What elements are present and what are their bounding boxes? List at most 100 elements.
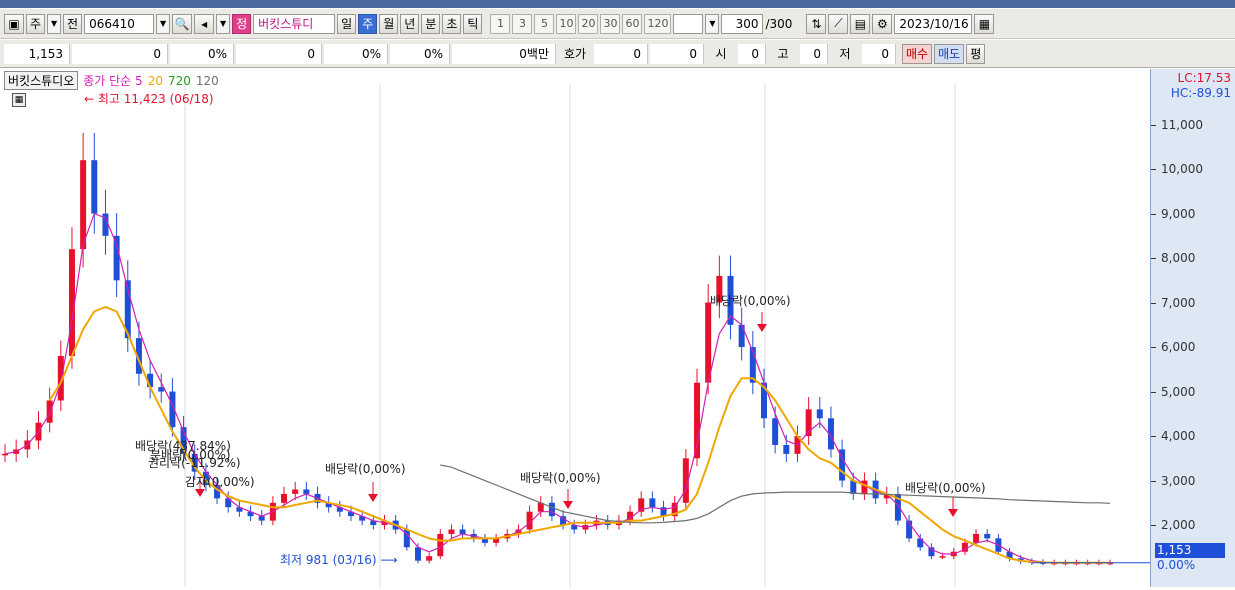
hoga-label: 호가 [563,47,587,61]
price-chart[interactable]: 버킷스튜디오 종가 단순 5 20 720 120 ▦ ← 최고 11,423 … [0,69,1150,587]
date-input[interactable]: 2023/10/16 [894,13,973,34]
candle-body [281,493,288,503]
candle-body [973,533,980,543]
candle-body [414,547,421,561]
quote-change: 0 [72,43,168,64]
code-input[interactable]: 066410 [84,13,155,34]
candle-body [783,444,790,454]
count-input[interactable]: 300 [721,13,764,34]
sound-dropdown-icon[interactable]: ▼ [216,13,231,34]
hc-label: HC:-89.91 [1170,86,1231,100]
interval-30[interactable]: 30 [600,13,621,34]
y-tick-label: 4,000 [1150,429,1196,444]
event-annotation-4: 감자(0,00%) [185,475,255,489]
sell-button[interactable]: 매도 [934,43,965,64]
price-axis: LC:17.53 HC:-89.91 11,000 10,000 9,000 8,00… [1150,69,1235,587]
candle-body [984,533,991,539]
high-value: 0 [800,43,828,64]
candle-body [303,489,310,494]
y-tick-label: 9,000 [1150,206,1196,221]
code-dropdown-icon[interactable]: ▼ [156,13,171,34]
period-month[interactable]: 월 [379,13,399,34]
y-tick-label: 3,000 [1150,473,1196,488]
ma-line-5 [4,212,1110,564]
flat-button[interactable]: 평 [966,43,986,64]
trend-tool-icon[interactable]: ⟋ [828,13,849,34]
quote-bar: 1,153 0 0% 0 0% 0% 0백만 호가 0 0 시 0 고 0 저 … [0,40,1235,68]
quote-pct3: 0% [390,43,450,64]
candle-body [939,556,946,558]
y-tick-label: 10,000 [1151,162,1203,177]
interval-60[interactable]: 60 [622,13,643,34]
period-tick[interactable]: 틱 [463,13,483,34]
open-value: 0 [738,43,766,64]
legend-stock-name: 버킷스튜디오 [4,71,79,90]
y-tick-label: 5,000 [1150,384,1196,399]
y-tick-label: 8,000 [1150,251,1196,266]
current-pct: 0.00% [1157,558,1196,572]
interval-10[interactable]: 10 [556,13,577,34]
legend-ma20: 20 [147,73,163,88]
legend-ma5: 종가 단순 5 [83,74,143,88]
main-toolbar: ▣ 주 ▼ 전 066410 ▼ 🔍 ◂ ▼ 정 버킷스튜디 일 주 월 년 분… [0,9,1235,39]
interval-3[interactable]: 3 [512,13,533,34]
candle-body [2,453,8,456]
calendar-icon[interactable]: ▦ [974,13,995,34]
legend-ma120: 120 [195,73,219,88]
period-day[interactable]: 일 [337,13,357,34]
stock-name: 버킷스튜디 [253,13,336,34]
interval-dropdown-icon[interactable]: ▼ [705,13,720,34]
search-icon[interactable]: 🔍 [172,13,193,34]
grid-toggle-icon[interactable]: ▦ [12,93,26,107]
window-icon[interactable]: ▣ [4,13,24,34]
hoga-2: 0 [650,43,704,64]
interval-20[interactable]: 20 [578,13,599,34]
dividend-annotation-2: 배당락(0,00%) [520,471,601,485]
low-label: 저 [839,47,851,61]
quote-volume: 0 [236,43,322,64]
low-annotation: 최저 981 (03/16) ⟶ [280,553,398,567]
save-icon[interactable]: ▤ [850,13,871,34]
candle-body [738,324,745,348]
chart-tool-icon[interactable]: ⇅ [806,13,827,34]
stock-tag: 정 [232,13,252,34]
hoga-1: 0 [594,43,648,64]
candle-body [91,160,98,214]
interval-120[interactable]: 120 [644,13,672,34]
dividend-annotation-1: 배당락(0,00%) [325,462,406,476]
candle-body [448,529,455,534]
y-tick-label: 11,000 [1151,117,1203,132]
candle-body [548,502,555,517]
event-annotation-3: 분배락(0.00%) [150,448,231,462]
candle-body [649,498,656,508]
interval-5[interactable]: 5 [534,13,555,34]
dividend-annotation-4: 배당락(0,00%) [905,481,986,495]
interval-1[interactable]: 1 [490,13,511,34]
period-year[interactable]: 년 [400,13,420,34]
buy-button[interactable]: 매수 [902,43,933,64]
legend-ma720: 720 [167,73,191,88]
candle-body [850,480,857,494]
custom-interval-input[interactable] [673,13,704,34]
type-dropdown-icon[interactable]: ▼ [47,13,62,34]
y-tick-label: 6,000 [1150,340,1196,355]
type-selector[interactable]: 주 [26,13,46,34]
dividend-marker-icon [948,509,958,517]
period-second[interactable]: 초 [442,13,462,34]
candle-body [292,489,299,494]
period-minute[interactable]: 분 [421,13,441,34]
quote-price: 1,153 [4,43,70,64]
quote-amount: 0백만 [452,43,556,64]
period-week[interactable]: 주 [358,13,378,34]
sound-icon[interactable]: ◂ [194,13,215,34]
chart-legend: 버킷스튜디오 종가 단순 5 20 720 120 [4,71,219,90]
open-label: 시 [715,47,727,61]
current-price-tag: 1,153 [1155,543,1225,558]
candle-body [772,418,779,445]
prev-button[interactable]: 전 [63,13,83,34]
lc-label: LC:17.53 [1177,71,1231,85]
low-annotation-text: 최저 981 (03/16) [280,553,377,567]
candle-body [861,480,868,494]
gear-icon[interactable]: ⚙ [872,13,893,34]
candle-body [459,529,466,534]
